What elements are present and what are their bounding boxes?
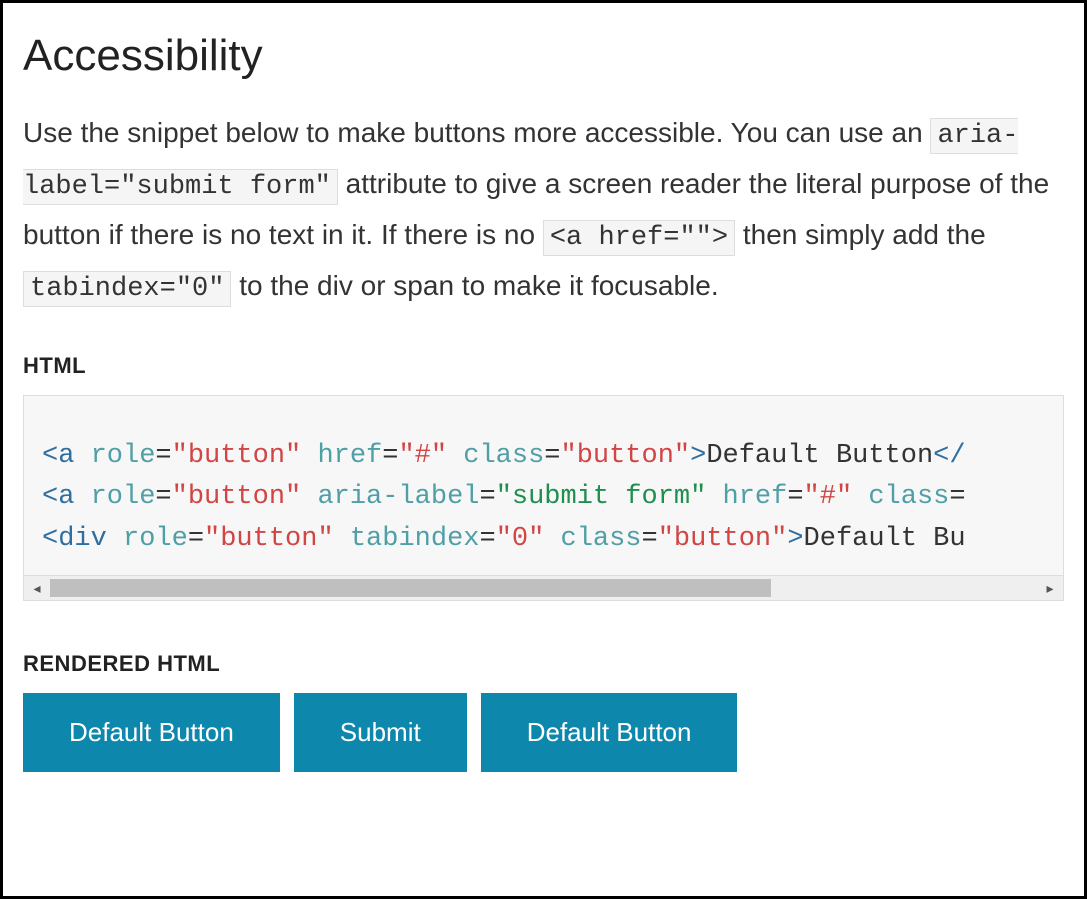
intro-text-1: Use the snippet below to make buttons mo…: [23, 117, 930, 148]
code-token: <div: [42, 524, 107, 554]
page: Accessibility Use the snippet below to m…: [0, 0, 1087, 899]
code-block: <a role="button" href="#" class="button"…: [23, 395, 1064, 602]
code-line-3: <div role="button" tabindex="0" class="b…: [42, 519, 1063, 561]
scroll-right-arrow-icon[interactable]: ▸: [1037, 580, 1063, 597]
code-token: <a: [42, 482, 74, 512]
code-token: "#": [398, 441, 447, 471]
code-token: <a: [42, 441, 74, 471]
code-line-1: <a role="button" href="#" class="button"…: [42, 436, 1063, 478]
intro-text-4: to the div or span to make it focusable.: [239, 270, 718, 301]
code-token: "button": [172, 441, 302, 471]
code-token: class: [868, 482, 949, 512]
code-token: Default Button: [706, 441, 933, 471]
submit-button[interactable]: Submit: [294, 693, 467, 772]
code-token: "button": [172, 482, 302, 512]
inline-code-a-href: <a href="">: [543, 220, 735, 256]
code-token: =: [949, 482, 965, 512]
code-line-2: <a role="button" aria-label="submit form…: [42, 477, 1063, 519]
code-token: "button": [561, 441, 691, 471]
horizontal-scrollbar[interactable]: ◂ ▸: [24, 575, 1063, 600]
code-token: "0": [496, 524, 545, 554]
section-label-html: HTML: [23, 353, 1064, 379]
code-token: Default Bu: [804, 524, 966, 554]
code-token: role: [123, 524, 188, 554]
scroll-track[interactable]: [50, 579, 1037, 597]
code-token: "button": [658, 524, 788, 554]
code-token: </: [933, 441, 965, 471]
rendered-button-row: Default Button Submit Default Button: [23, 693, 1064, 772]
default-button-1[interactable]: Default Button: [23, 693, 280, 772]
code-token: "#": [804, 482, 853, 512]
inline-code-tabindex: tabindex="0": [23, 271, 231, 307]
code-token: class: [561, 524, 642, 554]
code-token: aria-label: [317, 482, 479, 512]
code-token: href: [723, 482, 788, 512]
code-token: role: [91, 482, 156, 512]
section-label-rendered: RENDERED HTML: [23, 651, 1064, 677]
intro-text-3: then simply add the: [743, 219, 986, 250]
code-token: >: [787, 524, 803, 554]
code-token: tabindex: [350, 524, 480, 554]
code-token: class: [463, 441, 544, 471]
default-button-2[interactable]: Default Button: [481, 693, 738, 772]
code-token: "submit form": [496, 482, 707, 512]
code-token: >: [690, 441, 706, 471]
scroll-left-arrow-icon[interactable]: ◂: [24, 580, 50, 597]
code-token: role: [91, 441, 156, 471]
scroll-thumb[interactable]: [50, 579, 771, 597]
code-token: href: [317, 441, 382, 471]
intro-paragraph: Use the snippet below to make buttons mo…: [23, 109, 1064, 313]
code-token: "button": [204, 524, 334, 554]
code-content: <a role="button" href="#" class="button"…: [24, 436, 1063, 576]
page-title: Accessibility: [23, 31, 1064, 81]
